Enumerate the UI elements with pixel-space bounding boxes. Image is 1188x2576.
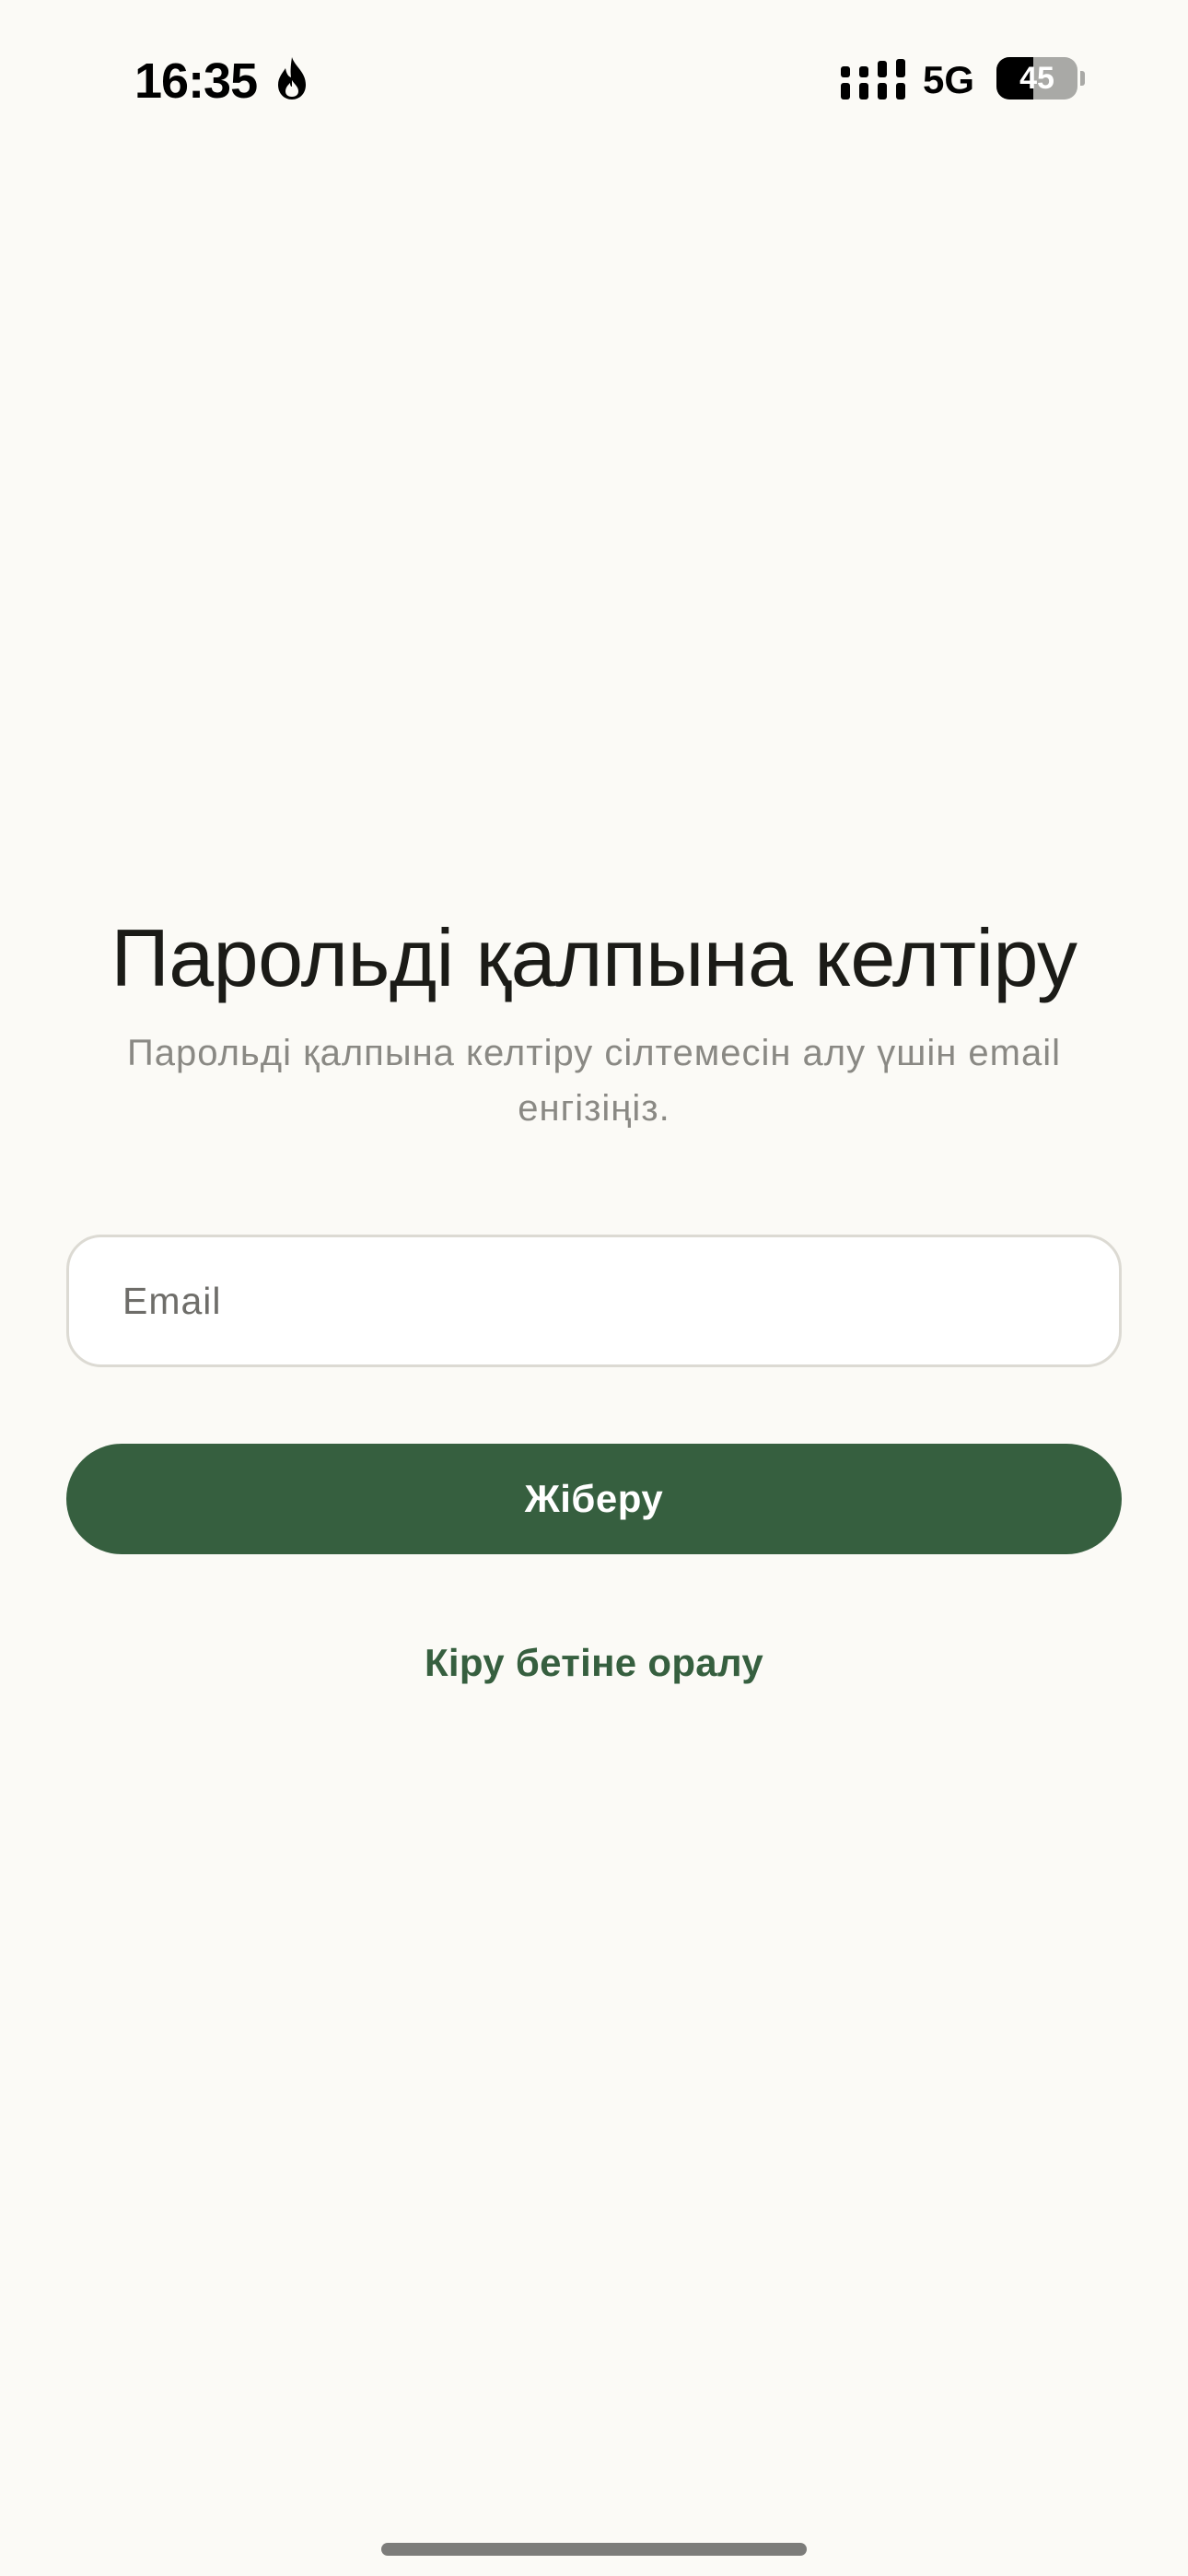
battery-text: 45 <box>1019 61 1054 96</box>
page-title: Парольді қалпына келтіру <box>111 912 1077 1003</box>
email-input[interactable] <box>69 1237 1119 1364</box>
status-time: 16:35 <box>134 53 258 109</box>
home-indicator[interactable] <box>381 2543 807 2556</box>
submit-button[interactable]: Жіберу <box>66 1444 1122 1554</box>
network-label: 5G <box>923 58 975 101</box>
battery-icon: 45 <box>996 57 1085 100</box>
page-subtitle: Парольді қалпына келтіру сілтемесін алу … <box>126 1033 1062 1129</box>
email-field[interactable] <box>66 1235 1122 1367</box>
signal-icon <box>841 59 905 100</box>
flame-icon <box>278 57 306 100</box>
back-to-login-link[interactable]: Кіру бетіне оралу <box>66 1635 1122 1691</box>
reset-password-form: Парольді қалпына келтіру Парольді қалпын… <box>66 907 1122 1684</box>
status-bar: 16:35 5G 45 <box>0 0 1188 166</box>
